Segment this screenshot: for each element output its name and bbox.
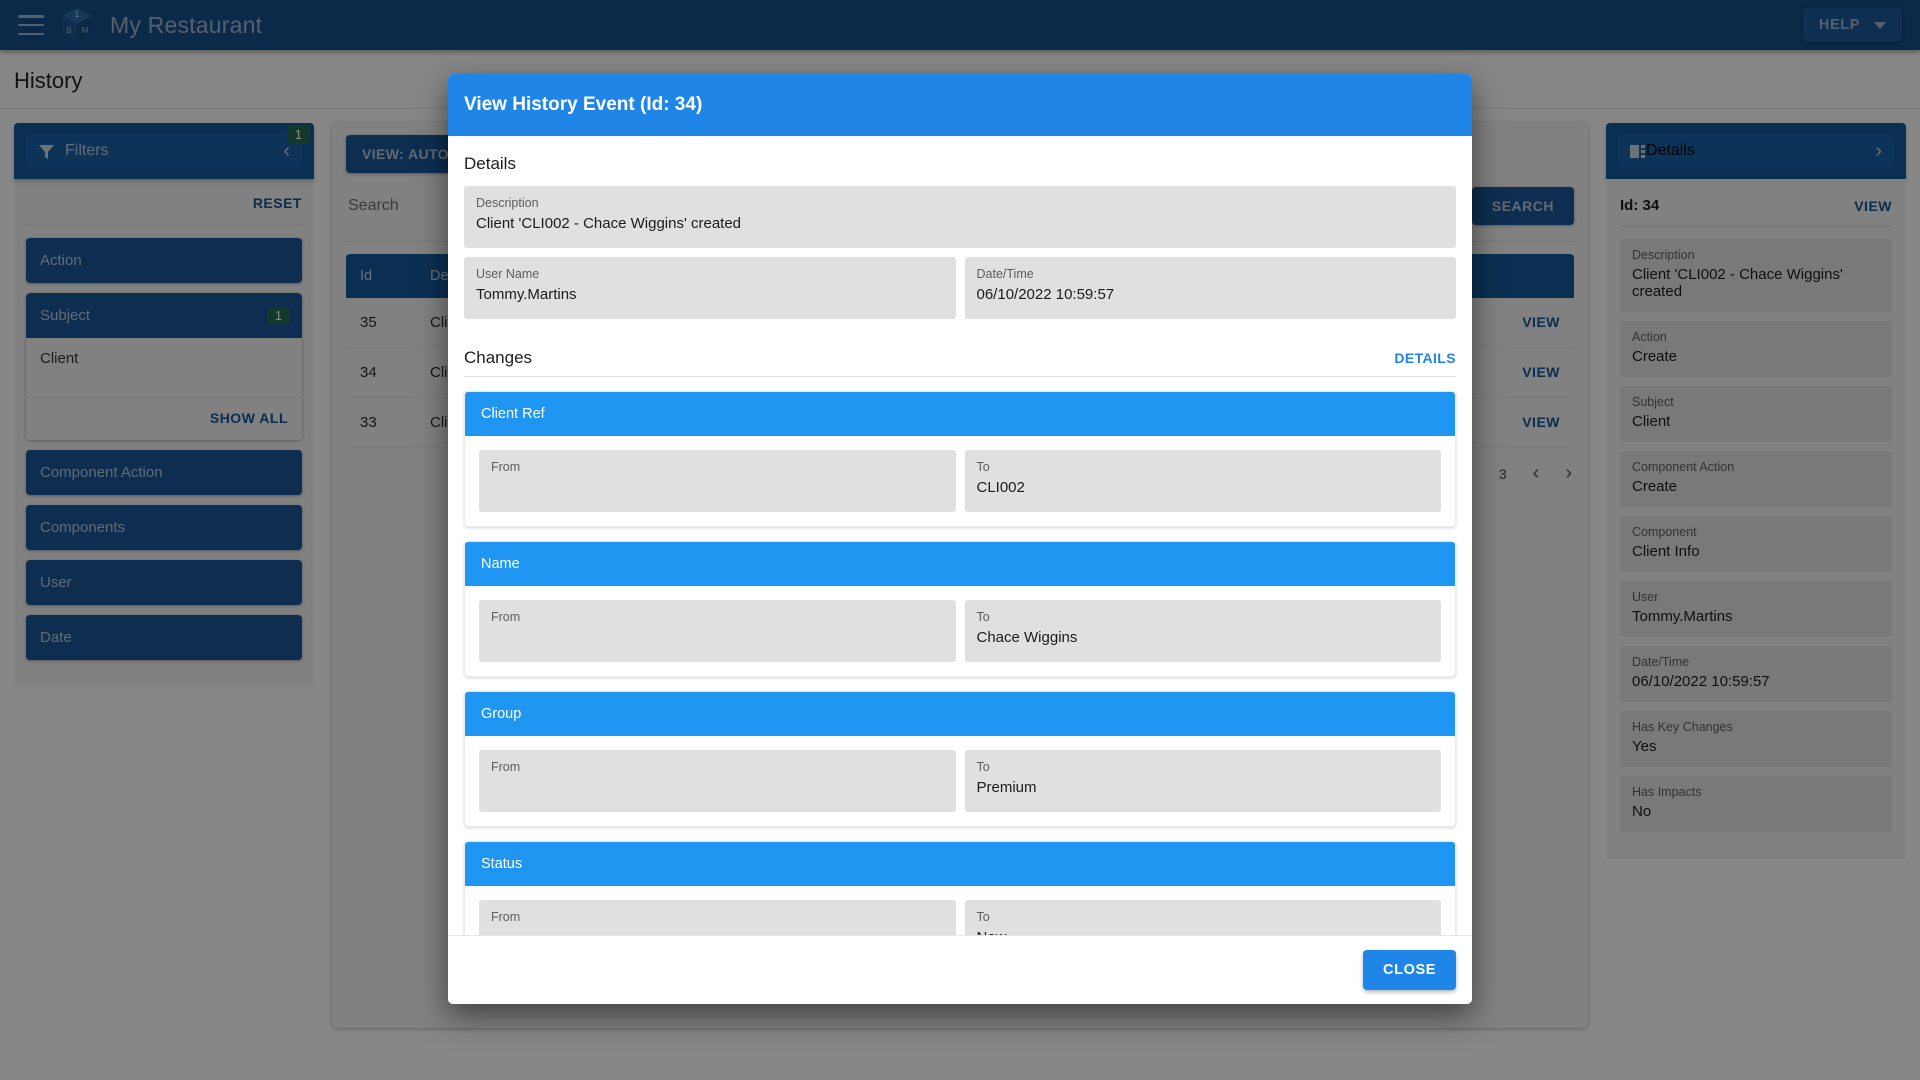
change-from-label: From [491,760,521,774]
modal-body[interactable]: Details Description Client 'CLI002 - Cha… [448,136,1472,935]
change-from-label: From [491,460,521,474]
change-to-label: To [976,460,990,474]
change-to-value: Premium [976,779,1037,796]
change-to-value: New [977,929,1430,935]
close-button[interactable]: CLOSE [1363,950,1456,990]
change-card-status: Status From To New [464,841,1456,935]
modal-title: View History Event (Id: 34) [464,94,703,115]
change-card-body: From To Chace Wiggins [465,586,1455,676]
change-card-title: Group [465,692,1455,736]
modal-field-description: Description Client 'CLI002 - Chace Wiggi… [464,186,1456,248]
change-card-title: Status [465,842,1455,886]
change-from-label: From [491,610,521,624]
change-to-field: To Chace Wiggins [964,600,1441,662]
change-to-field: To New [964,900,1441,935]
change-card-title: Name [465,542,1455,586]
changes-details-button[interactable]: DETAILS [1394,350,1456,366]
change-to-label: To [976,910,990,924]
modal-header: View History Event (Id: 34) [448,74,1472,136]
modal-field-row: User Name Tommy.Martins Date/Time 06/10/… [464,257,1456,328]
change-to-field: To Premium [964,750,1441,812]
change-from-field: From [479,450,956,512]
change-card-client-ref: Client Ref From To CLI002 [464,391,1456,527]
change-card-title: Client Ref [465,392,1455,436]
modal-field-label: Date/Time [976,267,1034,281]
change-from-field: From [479,600,956,662]
change-card-body: From To Premium [465,736,1455,826]
modal-field-value: Client 'CLI002 - Chace Wiggins' created [476,215,742,232]
modal-changes-divider [464,376,1456,377]
change-card-name: Name From To Chace Wiggins [464,541,1456,677]
change-from-label: From [491,910,521,924]
change-to-field: To CLI002 [964,450,1441,512]
change-to-label: To [976,610,990,624]
change-from-field: From [479,900,956,935]
change-card-group: Group From To Premium [464,691,1456,827]
change-card-body: From To CLI002 [465,436,1455,526]
change-to-value: Chace Wiggins [976,629,1078,646]
modal-field-label: User Name [476,267,540,281]
modal-footer: CLOSE [448,935,1472,1004]
modal-field-value: Tommy.Martins [476,286,577,303]
modal-field-date-time: Date/Time 06/10/2022 10:59:57 [964,257,1456,319]
view-history-event-modal: View History Event (Id: 34) Details Desc… [448,74,1472,1004]
change-card-body: From To New [465,886,1455,935]
modal-field-label: Description [476,196,539,210]
change-to-label: To [976,760,990,774]
modal-changes-header: Changes DETAILS [464,348,1456,368]
change-to-value: CLI002 [976,479,1025,496]
change-from-field: From [479,750,956,812]
modal-field-user-name: User Name Tommy.Martins [464,257,956,319]
modal-field-value: 06/10/2022 10:59:57 [976,286,1115,303]
modal-changes-section-title: Changes [464,348,533,367]
modal-details-section-title: Details [464,154,516,173]
